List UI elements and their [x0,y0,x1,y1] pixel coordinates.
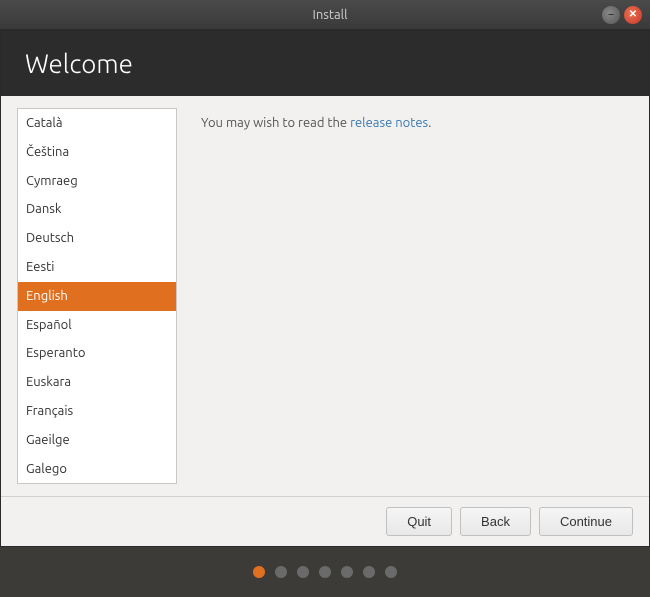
progress-dot-0 [253,566,265,578]
language-item-cymraeg[interactable]: Cymraeg [18,167,176,196]
language-item-gaeilge[interactable]: Gaeilge [18,426,176,455]
language-item-euskara[interactable]: Euskara [18,368,176,397]
progress-dots [0,547,650,597]
release-notes-prefix: You may wish to read the [201,116,350,130]
language-item-english[interactable]: English [18,282,176,311]
main-window: Welcome CatalàČeštinaCymraegDanskDeutsch… [0,30,650,547]
footer: Quit Back Continue [1,496,649,546]
language-item-francais[interactable]: Français [18,397,176,426]
language-item-deutsch[interactable]: Deutsch [18,224,176,253]
progress-dot-3 [319,566,331,578]
progress-dot-1 [275,566,287,578]
progress-dot-6 [385,566,397,578]
right-panel: You may wish to read the release notes. [177,96,649,496]
header: Welcome [1,31,649,96]
content-area: CatalàČeštinaCymraegDanskDeutschEestiEng… [1,96,649,496]
language-item-dansk[interactable]: Dansk [18,195,176,224]
language-item-galego[interactable]: Galego [18,455,176,484]
progress-dot-5 [363,566,375,578]
release-notes-suffix: . [428,116,431,130]
quit-button[interactable]: Quit [386,507,452,536]
language-item-eesti[interactable]: Eesti [18,253,176,282]
language-item-catala[interactable]: Català [18,109,176,138]
language-item-espanol[interactable]: Español [18,311,176,340]
progress-dot-2 [297,566,309,578]
titlebar: Install – ✕ [0,0,650,30]
window-title: Install [58,8,602,22]
close-button[interactable]: ✕ [624,6,642,24]
progress-dot-4 [341,566,353,578]
continue-button[interactable]: Continue [539,507,633,536]
language-item-esperanto[interactable]: Esperanto [18,339,176,368]
language-item-cestina[interactable]: Čeština [18,138,176,167]
language-list[interactable]: CatalàČeštinaCymraegDanskDeutschEestiEng… [17,108,177,484]
back-button[interactable]: Back [460,507,531,536]
window-controls: – ✕ [602,6,642,24]
release-notes-paragraph: You may wish to read the release notes. [201,116,625,130]
minimize-button[interactable]: – [602,6,620,24]
page-title: Welcome [25,49,625,78]
release-notes-link[interactable]: release notes [350,116,428,130]
